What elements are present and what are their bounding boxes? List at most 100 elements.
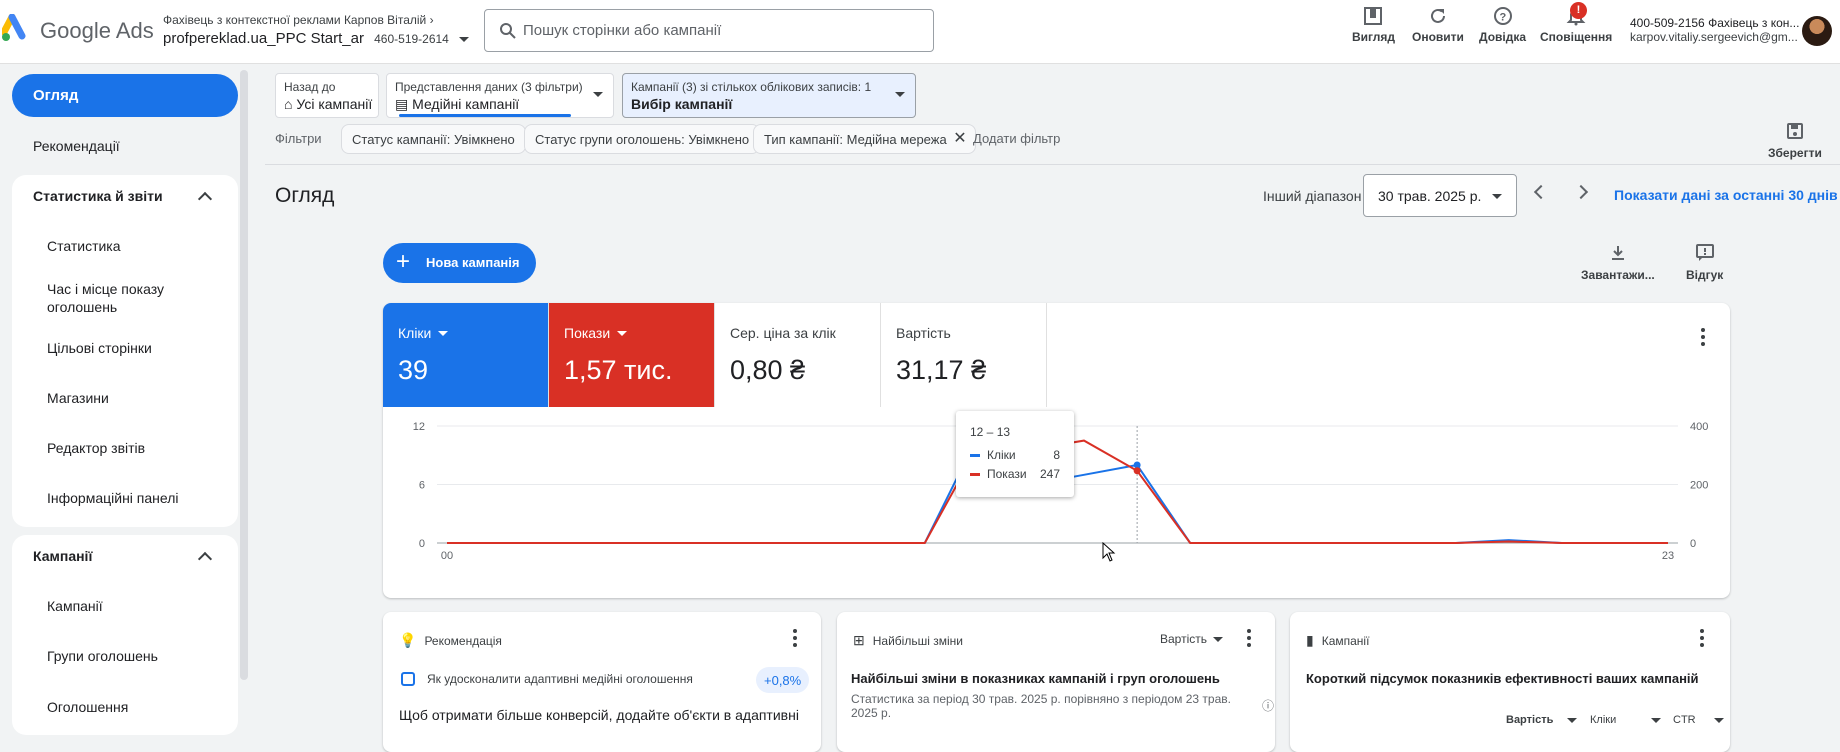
refresh-icon xyxy=(1430,8,1445,23)
y-tick-right: 0 xyxy=(1690,538,1696,550)
add-filter-button[interactable]: Додати фільтр xyxy=(973,131,1060,146)
search-input[interactable]: Пошук сторінки або кампанії xyxy=(484,9,934,52)
divider xyxy=(265,164,1840,165)
sidebar-item-recommendations[interactable]: Рекомендації xyxy=(33,138,120,154)
caret-down-icon xyxy=(1567,718,1577,723)
bar-chart-icon: ▮ xyxy=(1306,632,1314,648)
col-cost[interactable]: Вартість xyxy=(1506,714,1553,726)
save-icon xyxy=(1786,123,1803,139)
user-email[interactable]: karpov.vitaliy.sergeevich@gm... xyxy=(1630,30,1798,44)
recommendation-card: 💡 Рекомендація Як удосконалити адаптивні … xyxy=(383,612,821,752)
metric-clicks[interactable]: Кліки 39 xyxy=(383,303,549,407)
data-view-selector[interactable]: Представлення даних (3 фільтри) ▤ Медійн… xyxy=(386,73,614,118)
user-account-line[interactable]: 400-509-2156 Фахівець з кон... xyxy=(1630,16,1799,30)
ad-icon xyxy=(401,672,415,686)
close-icon[interactable]: ✕ xyxy=(953,130,966,148)
hover-point xyxy=(1133,467,1141,475)
caret-down-icon xyxy=(438,330,449,336)
caret-down-icon xyxy=(617,330,628,336)
caret-down-icon xyxy=(1213,636,1223,642)
recommendation-text: Щоб отримати більше конверсій, додайте о… xyxy=(399,707,799,723)
help-button[interactable]: ? Довідка xyxy=(1479,6,1526,44)
sidebar-item-ad-groups[interactable]: Групи оголошень xyxy=(47,648,158,664)
new-campaign-button[interactable]: + Нова кампанія xyxy=(383,243,536,283)
filter-chip-campaign-type[interactable]: Тип кампанії: Медійна мережа ✕ xyxy=(753,124,976,154)
metric-impressions[interactable]: Покази 1,57 тис. xyxy=(549,303,715,407)
x-tick-label: 23 xyxy=(1662,550,1674,562)
sidebar-item-landing-pages[interactable]: Цільові сторінки xyxy=(47,340,152,356)
account-path[interactable]: Фахівець з контекстної реклами Карпов Ві… xyxy=(163,13,434,27)
refresh-button[interactable]: Оновити xyxy=(1412,6,1464,44)
campaigns-card: ▮ Кампанії Короткий підсумок показників е… xyxy=(1290,612,1730,752)
metric-cost[interactable]: Вартість 31,17 ₴ xyxy=(881,303,1047,407)
col-clicks[interactable]: Кліки xyxy=(1590,714,1616,726)
tooltip-title: 12 – 13 xyxy=(970,425,1011,439)
x-tick-label: 00 xyxy=(441,550,453,562)
avatar[interactable] xyxy=(1802,16,1832,46)
top-bar: Google Ads Фахівець з контекстної реклам… xyxy=(0,0,1840,64)
sidebar-item-time-place[interactable]: Час і місце показу оголошень xyxy=(47,280,197,316)
next-period-icon[interactable] xyxy=(1573,184,1589,200)
metric-avg-cpc[interactable]: Сер. ціна за клік 0,80 ₴ xyxy=(715,303,881,407)
legend-swatch xyxy=(970,472,980,476)
col-ctr[interactable]: CTR xyxy=(1673,714,1696,726)
notification-badge: ! xyxy=(1570,2,1587,19)
notifications-button[interactable]: Сповіщення ! xyxy=(1540,2,1612,44)
sidebar-item-campaigns[interactable]: Кампанії xyxy=(47,598,103,614)
previous-period-icon[interactable] xyxy=(1533,184,1549,200)
home-icon: ⌂ xyxy=(284,96,293,112)
search-placeholder: Пошук сторінки або кампанії xyxy=(523,22,722,39)
sidebar-item-ads[interactable]: Оголошення xyxy=(47,699,128,715)
date-range-selector[interactable]: 30 трав. 2025 р. xyxy=(1363,174,1517,217)
sidebar-item-report-editor[interactable]: Редактор звітів xyxy=(47,440,145,456)
campaign-selector[interactable]: Кампанії (3) зі стількох облікових запис… xyxy=(622,73,916,118)
filter-chip-adgroup-status[interactable]: Статус групи оголошень: Увімкнено xyxy=(524,124,761,154)
more-vert-icon[interactable] xyxy=(1701,328,1705,349)
recommendation-badge: +0,8% xyxy=(756,667,810,693)
sidebar-item-dashboards[interactable]: Інформаційні панелі xyxy=(47,490,179,506)
page-title: Огляд xyxy=(275,184,335,207)
y-tick-left: 0 xyxy=(419,538,425,550)
metric-value: 31,17 ₴ xyxy=(896,355,987,385)
y-tick-left: 12 xyxy=(413,421,425,433)
sidebar-section-stats-title[interactable]: Статистика й звіти xyxy=(33,188,163,204)
view-table-icon: ▤ xyxy=(395,96,409,112)
account-switcher[interactable]: profpereklad.ua_PPC Start_ar 460-519-261… xyxy=(163,30,470,47)
caret-down-icon xyxy=(1651,718,1661,723)
sidebar-item-overview[interactable]: Огляд xyxy=(12,74,238,117)
caret-down-icon xyxy=(1714,718,1724,723)
more-vert-icon[interactable] xyxy=(1247,629,1251,650)
active-indicator xyxy=(399,114,571,117)
feedback-button[interactable]: Відгук xyxy=(1686,244,1723,282)
filter-chip-campaign-status[interactable]: Статус кампанії: Увімкнено xyxy=(341,124,526,154)
download-button[interactable]: Завантажи... xyxy=(1581,244,1655,282)
view-button[interactable]: Вигляд xyxy=(1352,6,1395,44)
help-icon[interactable]: ⓘ xyxy=(1262,697,1274,714)
show-last-30-days-link[interactable]: Показати дані за останні 30 днів xyxy=(1614,187,1838,203)
legend-swatch xyxy=(970,453,980,457)
sidebar-item-statistics[interactable]: Статистика xyxy=(47,238,121,254)
chevron-right-icon: › xyxy=(429,13,434,27)
caret-down-icon xyxy=(1492,194,1502,199)
caret-down-icon xyxy=(895,92,905,97)
card-header: ▮ Кампанії xyxy=(1306,632,1370,648)
campaigns-summary-title: Короткий підсумок показників ефективност… xyxy=(1306,671,1699,686)
sort-selector[interactable]: Вартість xyxy=(1160,632,1223,646)
more-vert-icon[interactable] xyxy=(793,629,797,650)
changes-title: Найбільші зміни в показниках кампаній і … xyxy=(851,671,1220,686)
sidebar-section-campaigns-title[interactable]: Кампанії xyxy=(33,548,92,564)
svg-text:?: ? xyxy=(1499,12,1506,24)
chart-tooltip: 12 – 13 Кліки 8 Покази 247 xyxy=(956,411,1074,497)
google-ads-logo-icon[interactable] xyxy=(2,14,32,44)
more-vert-icon[interactable] xyxy=(1700,629,1704,650)
search-icon xyxy=(500,23,516,39)
y-tick-right: 200 xyxy=(1690,480,1708,492)
caret-down-icon xyxy=(459,36,470,42)
sidebar-item-stores[interactable]: Магазини xyxy=(47,390,109,406)
recommendation-item[interactable]: Як удосконалити адаптивні медійні оголош… xyxy=(401,672,693,686)
range-label: Інший діапазон xyxy=(1263,188,1362,204)
sidebar-scrollbar[interactable] xyxy=(240,70,248,680)
save-button[interactable]: Зберегти xyxy=(1768,122,1822,160)
back-to-all-campaigns[interactable]: Назад до ⌂ Усі кампанії xyxy=(275,73,379,118)
lightbulb-icon: 💡 xyxy=(399,632,417,648)
